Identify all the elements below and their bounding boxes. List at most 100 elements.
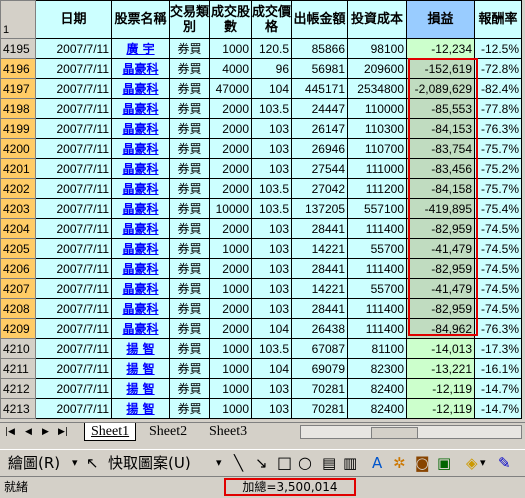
tab-sheet1[interactable]: Sheet1 — [84, 423, 137, 441]
row-header[interactable]: 4202 — [0, 178, 36, 199]
outflow-cell[interactable]: 67087 — [291, 338, 348, 359]
return-rate-cell[interactable]: -12.5% — [474, 38, 522, 59]
return-rate-cell[interactable]: -82.4% — [474, 78, 522, 99]
stock-name-link[interactable]: 揚 智 — [111, 398, 170, 419]
price-cell[interactable]: 103 — [251, 118, 292, 139]
price-cell[interactable]: 103.5 — [251, 98, 292, 119]
cost-cell[interactable]: 2534800 — [347, 78, 407, 99]
trade-type-cell[interactable]: 券買 — [169, 218, 210, 239]
outflow-cell[interactable]: 26946 — [291, 138, 348, 159]
table-row[interactable]: 4213 2007/7/11 揚 智券買 1000 103 70281 82400 -12,1… — [0, 398, 522, 419]
cost-cell[interactable]: 111400 — [347, 218, 407, 239]
price-cell[interactable]: 103 — [251, 258, 292, 279]
profit-loss-cell[interactable]: -41,479 — [406, 278, 475, 299]
table-row[interactable]: 4195 2007/7/11 廣 宇券買 1000 120.5 85866 98100 -12… — [0, 38, 522, 59]
trade-type-cell[interactable]: 券買 — [169, 398, 210, 419]
line-icon[interactable]: ╲ — [234, 450, 243, 476]
outflow-cell[interactable]: 137205 — [291, 198, 348, 219]
arrow-icon[interactable]: ↘ — [255, 450, 268, 476]
autoshapes-dropdown-icon[interactable]: ▾ — [216, 450, 222, 476]
row-header[interactable]: 4208 — [0, 298, 36, 319]
date-cell[interactable]: 2007/7/11 — [35, 238, 112, 259]
outflow-cell[interactable]: 26438 — [291, 318, 348, 339]
price-cell[interactable]: 104 — [251, 78, 292, 99]
outflow-cell[interactable]: 445171 — [291, 78, 348, 99]
date-cell[interactable]: 2007/7/11 — [35, 318, 112, 339]
date-cell[interactable]: 2007/7/11 — [35, 38, 112, 59]
return-rate-cell[interactable]: -74.5% — [474, 298, 522, 319]
header-price[interactable]: 成交價格 — [251, 0, 292, 39]
return-rate-cell[interactable]: -74.5% — [474, 218, 522, 239]
cost-cell[interactable]: 557100 — [347, 198, 407, 219]
price-cell[interactable]: 103 — [251, 138, 292, 159]
row-header[interactable]: 4195 — [0, 38, 36, 59]
profit-loss-cell[interactable]: -13,221 — [406, 358, 475, 379]
row-header[interactable]: 4210 — [0, 338, 36, 359]
table-row[interactable]: 4203 2007/7/11 晶豪科 券買 10000 103.5 137205 557100… — [0, 198, 522, 219]
outflow-cell[interactable]: 28441 — [291, 258, 348, 279]
stock-name-link[interactable]: 晶豪科 — [111, 318, 170, 339]
price-cell[interactable]: 120.5 — [251, 38, 292, 59]
shares-cell[interactable]: 1000 — [209, 38, 252, 59]
prev-sheet-icon[interactable]: ◀ — [25, 426, 32, 438]
date-cell[interactable]: 2007/7/11 — [35, 98, 112, 119]
cost-cell[interactable]: 81100 — [347, 338, 407, 359]
row-header[interactable]: 4196 — [0, 58, 36, 79]
draw-dropdown-icon[interactable]: ▾ — [72, 450, 78, 476]
last-sheet-icon[interactable]: ▶| — [58, 426, 68, 438]
outflow-cell[interactable]: 14221 — [291, 278, 348, 299]
trade-type-cell[interactable]: 券買 — [169, 118, 210, 139]
cost-cell[interactable]: 209600 — [347, 58, 407, 79]
shares-cell[interactable]: 2000 — [209, 318, 252, 339]
stock-name-link[interactable]: 晶豪科 — [111, 278, 170, 299]
diagram-icon[interactable]: ✲ — [393, 450, 406, 476]
table-row[interactable]: 4209 2007/7/11 晶豪科 券買 2000 104 26438 111400 -84,… — [0, 318, 522, 339]
trade-type-cell[interactable]: 券買 — [169, 138, 210, 159]
date-cell[interactable]: 2007/7/11 — [35, 198, 112, 219]
stock-name-link[interactable]: 晶豪科 — [111, 198, 170, 219]
price-cell[interactable]: 103 — [251, 278, 292, 299]
return-rate-cell[interactable]: -14.7% — [474, 398, 522, 419]
shares-cell[interactable]: 2000 — [209, 158, 252, 179]
date-cell[interactable]: 2007/7/11 — [35, 278, 112, 299]
trade-type-cell[interactable]: 券買 — [169, 298, 210, 319]
table-row[interactable]: 4210 2007/7/11 揚 智券買 1000 103.5 67087 81100 -14… — [0, 338, 522, 359]
clipart-icon[interactable]: ◙ — [415, 450, 430, 476]
profit-loss-cell[interactable]: -152,619 — [406, 58, 475, 79]
shares-cell[interactable]: 2000 — [209, 258, 252, 279]
vertical-textbox-icon[interactable]: ▥ — [343, 450, 357, 476]
cost-cell[interactable]: 111000 — [347, 158, 407, 179]
return-rate-cell[interactable]: -75.7% — [474, 138, 522, 159]
cost-cell[interactable]: 110700 — [347, 138, 407, 159]
table-row[interactable]: 4197 2007/7/11 晶豪科 券買 47000 104 445171 2534800-… — [0, 78, 522, 99]
stock-name-link[interactable]: 揚 智 — [111, 378, 170, 399]
header-profit-loss[interactable]: 損益 — [406, 0, 475, 39]
return-rate-cell[interactable]: -16.1% — [474, 358, 522, 379]
shares-cell[interactable]: 1000 — [209, 238, 252, 259]
profit-loss-cell[interactable]: -83,754 — [406, 138, 475, 159]
date-cell[interactable]: 2007/7/11 — [35, 138, 112, 159]
outflow-cell[interactable]: 14221 — [291, 238, 348, 259]
date-cell[interactable]: 2007/7/11 — [35, 358, 112, 379]
stock-name-link[interactable]: 晶豪科 — [111, 138, 170, 159]
table-row[interactable]: 4204 2007/7/11 晶豪科 券買 2000 103 28441 111400 -82,… — [0, 218, 522, 239]
return-rate-cell[interactable]: -77.8% — [474, 98, 522, 119]
select-pointer-icon[interactable]: ↖ — [86, 450, 99, 476]
line-color-icon[interactable]: ✎ — [498, 450, 511, 476]
row-header[interactable]: 4207 — [0, 278, 36, 299]
shares-cell[interactable]: 1000 — [209, 338, 252, 359]
return-rate-cell[interactable]: -74.5% — [474, 238, 522, 259]
rectangle-icon[interactable]: □ — [277, 450, 292, 476]
date-cell[interactable]: 2007/7/11 — [35, 398, 112, 419]
date-cell[interactable]: 2007/7/11 — [35, 178, 112, 199]
draw-menu[interactable]: 繪圖(R) — [8, 450, 60, 476]
date-cell[interactable]: 2007/7/11 — [35, 118, 112, 139]
table-row[interactable]: 4206 2007/7/11 晶豪科 券買 2000 103 28441 111400 -82,… — [0, 258, 522, 279]
profit-loss-cell[interactable]: -14,013 — [406, 338, 475, 359]
price-cell[interactable]: 103 — [251, 218, 292, 239]
tab-sheet2[interactable]: Sheet2 — [143, 423, 193, 440]
stock-name-link[interactable]: 晶豪科 — [111, 298, 170, 319]
shares-cell[interactable]: 47000 — [209, 78, 252, 99]
cost-cell[interactable]: 110300 — [347, 118, 407, 139]
stock-name-link[interactable]: 晶豪科 — [111, 98, 170, 119]
